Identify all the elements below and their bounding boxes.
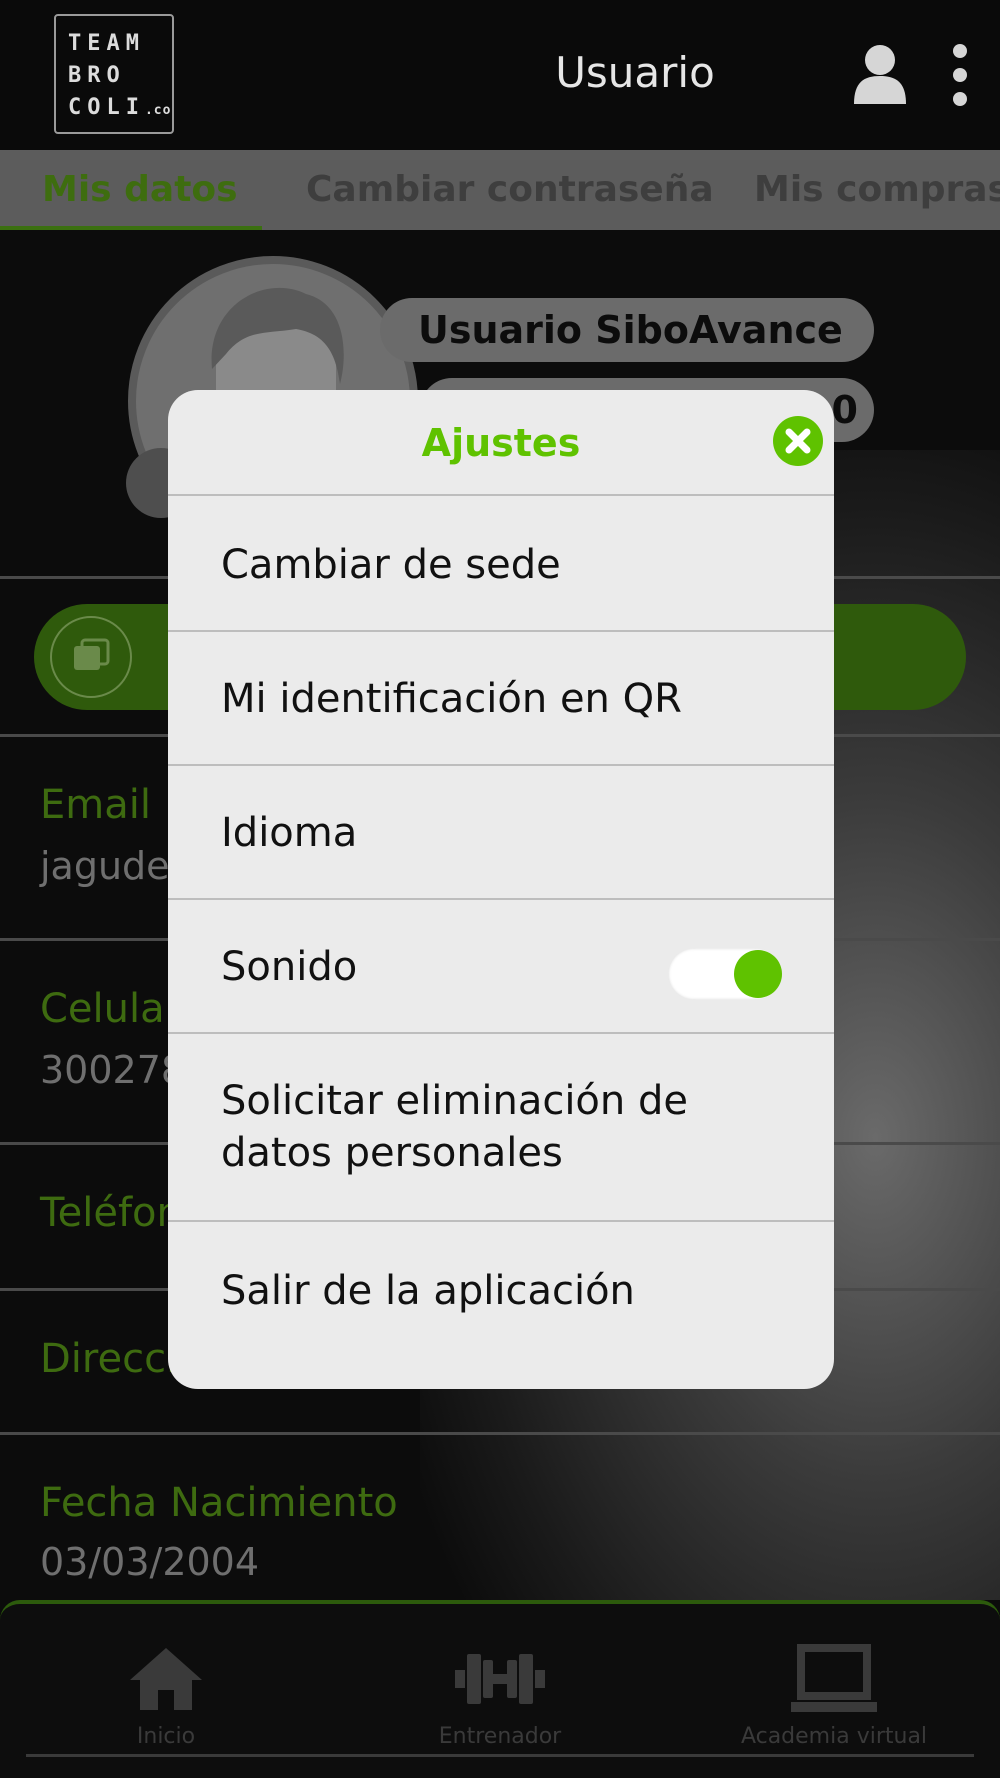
tab-mis-compras[interactable]: Mis compras	[754, 150, 1000, 230]
toggle-knob	[734, 950, 782, 998]
laptop-icon	[791, 1644, 877, 1712]
copy-icon	[50, 616, 132, 698]
menu-item-label: Sonido	[221, 944, 358, 990]
fecha-nacimiento-value: 03/03/2004	[40, 1540, 260, 1584]
menu-item-eliminar-datos[interactable]: Solicitar eliminación de datos personale…	[168, 1032, 834, 1220]
menu-item-qr[interactable]: Mi identificación en QR	[168, 630, 834, 764]
home-icon	[130, 1648, 202, 1710]
tab-mis-datos[interactable]: Mis datos	[42, 150, 238, 230]
menu-item-sonido: Sonido	[168, 898, 834, 1032]
dumbbell-icon	[455, 1654, 545, 1704]
kebab-menu-icon[interactable]	[944, 44, 976, 106]
logo-line-3: COLI	[68, 95, 145, 120]
logo-suffix: .co	[144, 103, 172, 118]
menu-item-label-line2: datos personales	[221, 1130, 563, 1176]
menu-item-label: Cambiar de sede	[221, 542, 561, 588]
nav-entrenador[interactable]: Entrenador	[370, 1644, 630, 1749]
fecha-nacimiento-label: Fecha Nacimiento	[40, 1480, 398, 1526]
close-icon[interactable]	[773, 416, 823, 466]
logo-line-2: BRO	[68, 63, 126, 88]
nav-inicio-label: Inicio	[136, 1724, 196, 1749]
menu-item-label-line1: Solicitar eliminación de	[221, 1078, 688, 1124]
settings-modal: Ajustes Cambiar de sede Mi identificació…	[168, 390, 834, 1389]
menu-item-label: Salir de la aplicación	[221, 1268, 635, 1314]
menu-item-salir[interactable]: Salir de la aplicación	[168, 1220, 834, 1389]
sound-toggle[interactable]	[668, 948, 782, 1000]
user-icon[interactable]	[852, 44, 908, 104]
page-title: Usuario	[555, 48, 715, 97]
menu-item-cambiar-sede[interactable]: Cambiar de sede	[168, 494, 834, 630]
bottom-nav: Inicio Entrenador Academia virtual	[0, 1600, 1000, 1778]
menu-item-idioma[interactable]: Idioma	[168, 764, 834, 898]
nav-inicio[interactable]: Inicio	[36, 1644, 296, 1749]
email-label: Email	[40, 782, 151, 828]
telefono-label: Teléfon	[40, 1190, 182, 1236]
user-name: Usuario SiboAvance	[380, 298, 874, 362]
gesture-bar	[26, 1754, 974, 1757]
team-brocoli-logo: TEAM BRO COLI.co	[54, 14, 174, 134]
nav-entrenador-label: Entrenador	[438, 1724, 562, 1749]
nav-academia-label: Academia virtual	[740, 1724, 928, 1749]
direccion-label: Direcci	[40, 1336, 178, 1382]
app-header: TEAM BRO COLI.co Usuario	[0, 0, 1000, 150]
logo-line-1: TEAM	[68, 31, 145, 56]
menu-item-label: Idioma	[221, 810, 358, 856]
menu-item-label: Mi identificación en QR	[221, 676, 682, 722]
tab-bar: Mis datos Cambiar contraseña Mis compras	[0, 150, 1000, 230]
divider	[0, 1432, 1000, 1435]
celular-label: Celular	[40, 986, 182, 1032]
nav-academia-virtual[interactable]: Academia virtual	[704, 1644, 964, 1749]
modal-title: Ajustes	[421, 421, 581, 465]
tab-cambiar-contrasena[interactable]: Cambiar contraseña	[306, 150, 714, 230]
celular-value: 300278	[40, 1048, 186, 1092]
